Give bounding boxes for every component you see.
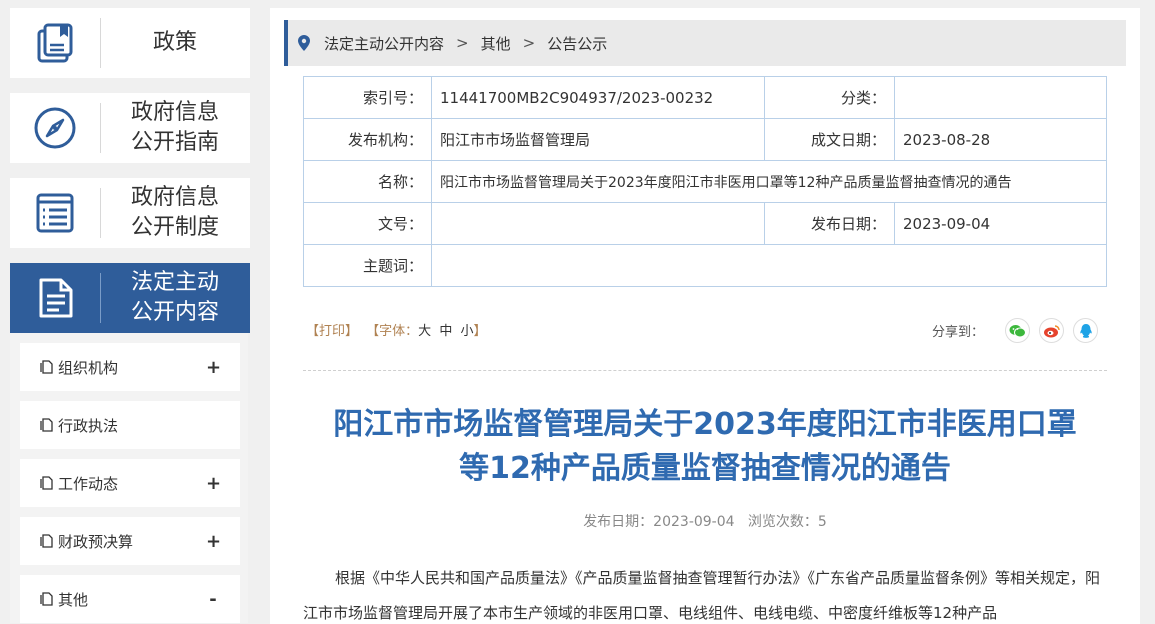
meta-value: 阳江市市场监督管理局关于2023年度阳江市非医用口罩等12种产品质量监督抽查情况… xyxy=(431,160,1107,203)
meta-label: 发布机构： xyxy=(303,118,432,161)
title-line: 等12种产品质量监督抽查情况的通告 xyxy=(459,451,951,486)
document-icon xyxy=(10,263,100,333)
left-sidebar: 政策 政府信息 公开指南 政府信息 公开制度 法定主动 公开内容 组织机构 + … xyxy=(10,8,250,624)
document-meta-table: 索引号： 11441700MB2C904937/2023-00232 分类： 发… xyxy=(303,76,1107,287)
qq-icon xyxy=(1079,323,1092,338)
weibo-share-button[interactable] xyxy=(1039,318,1064,343)
subnav-item-organization[interactable]: 组织机构 + xyxy=(20,343,240,391)
divider-dashed xyxy=(303,370,1107,371)
label-line: 公开内容 xyxy=(130,300,219,325)
font-size-label: 【字体： xyxy=(366,324,419,339)
breadcrumb: 法定主动公开内容 > 其他 > 公告公示 xyxy=(284,20,1126,66)
meta-label: 主题词： xyxy=(303,244,432,287)
document-small-icon xyxy=(40,418,53,432)
subnav-item-other[interactable]: 其他 - xyxy=(20,575,240,623)
nav-card-system[interactable]: 政府信息 公开制度 xyxy=(10,178,250,248)
print-link[interactable]: 【打印】 xyxy=(306,324,358,339)
collapse-icon[interactable]: - xyxy=(206,589,220,610)
wechat-icon xyxy=(1009,324,1026,337)
subnav-item-label: 其他 xyxy=(58,590,89,609)
subnav-item-work-news[interactable]: 工作动态 + xyxy=(20,459,240,507)
expand-icon[interactable]: + xyxy=(206,357,221,378)
document-small-icon xyxy=(40,476,53,490)
meta-label: 成文日期： xyxy=(764,118,895,161)
meta-value: 11441700MB2C904937/2023-00232 xyxy=(431,76,765,119)
table-row: 名称： 阳江市市场监督管理局关于2023年度阳江市非医用口罩等12种产品质量监督… xyxy=(303,160,1107,203)
font-size-large-link[interactable]: 大 xyxy=(418,324,431,339)
table-row: 索引号： 11441700MB2C904937/2023-00232 分类： xyxy=(303,76,1107,119)
share-bar: 分享到： xyxy=(932,318,1098,343)
subnav-item-label: 组织机构 xyxy=(58,358,119,377)
wechat-share-button[interactable] xyxy=(1005,318,1030,343)
label-line: 政府信息 xyxy=(130,100,219,125)
meta-label: 发布日期： xyxy=(764,202,895,245)
main-content: 法定主动公开内容 > 其他 > 公告公示 索引号： 11441700MB2C90… xyxy=(270,8,1140,624)
meta-value: 2023-09-04 xyxy=(894,202,1107,245)
subnav: 组织机构 + 行政执法 工作动态 + 财政预决算 + 其他 - xyxy=(10,333,248,623)
share-label: 分享到： xyxy=(931,325,984,340)
font-size-label-end: 】 xyxy=(473,324,487,339)
article-paragraph: 根据《中华人民共和国产品质量法》《产品质量监督抽查管理暂行办法》《广东省产品质量… xyxy=(303,569,1101,622)
label-line: 法定主动 xyxy=(130,270,219,295)
table-row: 文号： 发布日期： 2023-09-04 xyxy=(303,202,1107,245)
meta-value: 2023-08-28 xyxy=(894,118,1107,161)
label-line: 公开制度 xyxy=(130,215,219,240)
meta-label: 文号： xyxy=(303,202,432,245)
chevron-right-icon: > xyxy=(522,34,536,52)
breadcrumb-link[interactable]: 法定主动公开内容 xyxy=(324,33,444,54)
document-small-icon xyxy=(40,360,53,374)
list-document-icon xyxy=(10,178,100,248)
article-tools: 【打印】 【字体：大 中 小】 xyxy=(306,320,491,339)
meta-value: 阳江市市场监督管理局 xyxy=(431,118,765,161)
meta-value xyxy=(431,244,1107,287)
article-info: 发布日期：2023-09-04 浏览次数：5 xyxy=(583,514,827,530)
breadcrumb-link[interactable]: 公告公示 xyxy=(547,33,607,54)
nav-card-active-content[interactable]: 法定主动 公开内容 xyxy=(10,263,250,333)
nav-card-label: 政策 xyxy=(152,30,197,55)
font-size-small-link[interactable]: 小 xyxy=(460,324,473,339)
chevron-right-icon: > xyxy=(456,34,469,52)
subnav-item-budget[interactable]: 财政预决算 + xyxy=(20,517,240,565)
expand-icon[interactable]: + xyxy=(206,473,221,494)
label-line: 政府信息 xyxy=(130,185,219,210)
table-row: 主题词： xyxy=(303,244,1107,287)
subnav-item-label: 行政执法 xyxy=(58,416,119,435)
qq-share-button[interactable] xyxy=(1073,318,1098,343)
nav-card-policy[interactable]: 政策 xyxy=(10,8,250,78)
font-size-medium-link[interactable]: 中 xyxy=(439,324,452,339)
table-row: 发布机构： 阳江市市场监督管理局 成文日期： 2023-08-28 xyxy=(303,118,1107,161)
title-line: 阳江市市场监督管理局关于2023年度阳江市非医用口罩 xyxy=(333,407,1077,442)
policy-book-icon xyxy=(10,8,100,78)
article-title: 阳江市市场监督管理局关于2023年度阳江市非医用口罩 等12种产品质量监督抽查情… xyxy=(303,403,1107,491)
subnav-item-enforcement[interactable]: 行政执法 xyxy=(20,401,240,449)
label-line: 公开指南 xyxy=(130,130,219,155)
location-pin-icon xyxy=(298,35,310,51)
subnav-item-label: 财政预决算 xyxy=(58,532,134,551)
nav-card-guide[interactable]: 政府信息 公开指南 xyxy=(10,93,250,163)
nav-card-label: 法定主动 公开内容 xyxy=(100,263,250,333)
compass-icon xyxy=(10,93,100,163)
subnav-item-label: 工作动态 xyxy=(58,474,119,493)
meta-value xyxy=(894,76,1107,119)
weibo-icon xyxy=(1044,324,1060,337)
nav-card-label: 政府信息 公开制度 xyxy=(100,178,250,248)
meta-label: 分类： xyxy=(764,76,895,119)
document-small-icon xyxy=(40,534,53,548)
meta-label: 索引号： xyxy=(303,76,432,119)
meta-label: 名称： xyxy=(303,160,432,203)
meta-value xyxy=(431,202,765,245)
breadcrumb-link[interactable]: 其他 xyxy=(481,33,511,54)
expand-icon[interactable]: + xyxy=(206,531,221,552)
document-small-icon xyxy=(40,592,53,606)
nav-card-label: 政府信息 公开指南 xyxy=(100,93,250,163)
